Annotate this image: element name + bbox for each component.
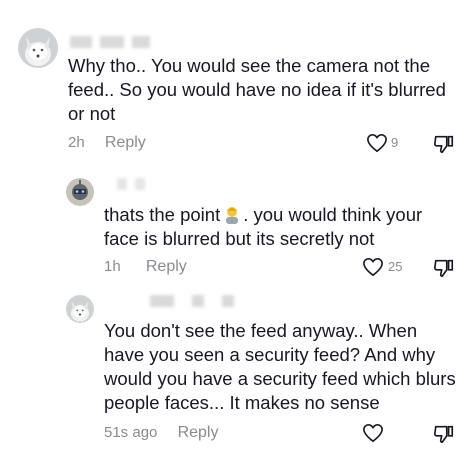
comment-meta: 1h Reply	[104, 258, 187, 276]
comment-meta: 51s ago Reply	[104, 424, 218, 442]
heart-icon[interactable]	[362, 423, 384, 443]
avatar[interactable]	[66, 295, 94, 323]
like-count: 25	[388, 259, 403, 274]
avatar[interactable]	[18, 28, 58, 68]
reply-button[interactable]: Reply	[146, 258, 187, 275]
username-blurred[interactable]	[70, 36, 150, 48]
dislike-icon[interactable]	[433, 423, 455, 445]
reply-button[interactable]: Reply	[105, 134, 146, 151]
comment-text: thats the point . you would think your f…	[104, 204, 423, 249]
heart-icon[interactable]	[366, 133, 388, 153]
timestamp: 1h	[104, 258, 121, 275]
reply-button[interactable]: Reply	[178, 424, 219, 441]
timestamp: 51s ago	[104, 424, 158, 441]
fox-avatar-icon	[18, 28, 58, 68]
timestamp: 2h	[68, 134, 85, 151]
comment-meta: 2h Reply	[68, 134, 146, 152]
dislike-icon[interactable]	[433, 133, 455, 155]
fox-avatar-icon	[66, 295, 94, 323]
person-emoji-icon	[226, 207, 239, 224]
comment-text: You don't see the feed anyway.. When hav…	[104, 320, 456, 413]
username-blurred[interactable]	[117, 178, 145, 190]
username-blurred[interactable]	[150, 295, 234, 307]
comment-text: Why tho.. You would see the camera not t…	[68, 55, 446, 124]
dislike-icon[interactable]	[433, 257, 455, 279]
avatar[interactable]	[66, 178, 94, 206]
like-count: 9	[391, 135, 399, 150]
robot-avatar-icon	[66, 178, 94, 206]
heart-icon[interactable]	[362, 257, 384, 277]
